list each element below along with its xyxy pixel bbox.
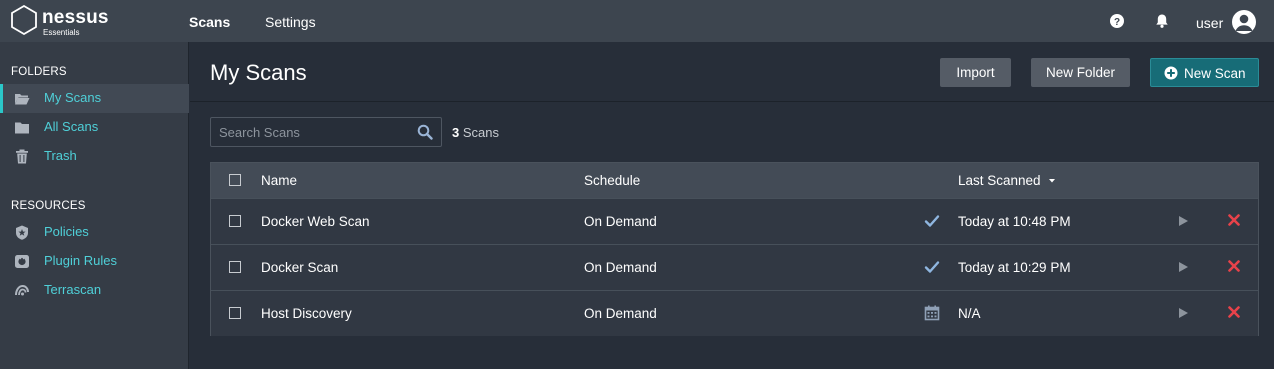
user-avatar-icon [1235,14,1253,31]
search-box [210,117,442,147]
folder-icon [15,122,29,134]
page-title: My Scans [210,60,307,85]
bell-icon[interactable] [1154,13,1170,29]
nav-settings[interactable]: Settings [265,14,316,30]
sidebar-item-label: All Scans [44,119,99,134]
table-row[interactable]: Host Discovery On Demand N/A [211,290,1258,336]
nav-scans[interactable]: Scans [189,14,230,30]
nessus-hexagon-icon [11,5,37,35]
plugin-rules-icon [15,255,29,268]
row-checkbox[interactable] [229,261,241,273]
row-checkbox[interactable] [229,307,241,319]
sidebar-item-label: Terrascan [44,282,102,297]
check-icon [924,261,940,273]
new-folder-button[interactable]: New Folder [1031,58,1130,87]
trash-icon [16,149,28,164]
sidebar-item-plugin-rules[interactable]: Plugin Rules [0,247,189,276]
search-input[interactable] [219,123,409,141]
delete-x-icon[interactable] [1228,214,1240,226]
sidebar-item-trash[interactable]: Trash [0,142,189,171]
terrascan-icon [15,284,29,296]
import-button[interactable]: Import [940,58,1011,87]
launch-play-icon[interactable] [1177,261,1189,273]
delete-x-icon[interactable] [1228,306,1240,318]
calendar-icon [924,305,940,321]
launch-play-icon[interactable] [1177,215,1189,227]
scan-last-scanned: N/A [958,306,981,321]
table-row[interactable]: Docker Web Scan On Demand Today at 10:48… [211,198,1258,244]
delete-x-icon[interactable] [1228,260,1240,272]
column-last-scanned[interactable]: Last Scanned [958,173,1056,188]
folder-open-icon [15,94,30,105]
header-divider [190,101,1274,102]
sidebar: FOLDERS My Scans All Scans Trash RESOURC… [0,42,189,369]
row-checkbox[interactable] [229,215,241,227]
brand-name: nessus [42,7,109,28]
table-row[interactable]: Docker Scan On Demand Today at 10:29 PM [211,244,1258,290]
nessus-logo[interactable]: nessus Essentials [10,5,120,39]
sidebar-item-label: Trash [44,148,77,163]
check-icon [924,215,940,227]
column-name[interactable]: Name [261,173,297,188]
scan-name[interactable]: Docker Web Scan [261,214,370,229]
avatar[interactable] [1232,10,1256,34]
scan-count: 3 Scans [452,125,499,140]
scan-schedule: On Demand [584,306,657,321]
scan-name[interactable]: Host Discovery [261,306,352,321]
column-schedule[interactable]: Schedule [584,173,640,188]
scan-name[interactable]: Docker Scan [261,260,338,275]
scan-count-label: Scans [462,125,499,140]
sidebar-item-label: My Scans [44,90,102,105]
scan-count-number: 3 [452,125,460,140]
select-all-checkbox[interactable] [229,174,241,186]
scan-schedule: On Demand [584,260,657,275]
new-scan-label: New Scan [1184,66,1246,81]
column-last-scanned-label: Last Scanned [958,173,1041,188]
svg-text:?: ? [1114,17,1120,28]
user-name[interactable]: user [1196,15,1223,31]
policy-shield-icon [16,225,28,240]
brand-edition: Essentials [43,28,80,37]
resources-heading: RESOURCES [11,200,86,212]
sidebar-item-my-scans[interactable]: My Scans [0,84,189,113]
sidebar-item-terrascan[interactable]: Terrascan [0,276,189,305]
top-bar: nessus Essentials Scans Settings ? user [0,0,1274,42]
sidebar-item-all-scans[interactable]: All Scans [0,113,189,142]
sidebar-item-label: Plugin Rules [44,253,117,268]
scan-last-scanned: Today at 10:48 PM [958,214,1071,229]
folders-heading: FOLDERS [11,66,67,78]
sidebar-item-policies[interactable]: Policies [0,218,189,247]
sort-caret-down-icon [1048,179,1055,183]
scan-last-scanned: Today at 10:29 PM [958,260,1071,275]
plus-circle-icon [1164,66,1178,80]
sidebar-item-label: Policies [44,224,89,239]
search-icon[interactable] [417,124,433,140]
scans-table: Name Schedule Last Scanned Docker Web Sc… [210,162,1259,336]
new-scan-button[interactable]: New Scan [1150,58,1259,87]
launch-play-icon[interactable] [1177,307,1189,319]
help-icon[interactable]: ? [1109,13,1125,29]
table-header: Name Schedule Last Scanned [211,163,1258,198]
scan-schedule: On Demand [584,214,657,229]
